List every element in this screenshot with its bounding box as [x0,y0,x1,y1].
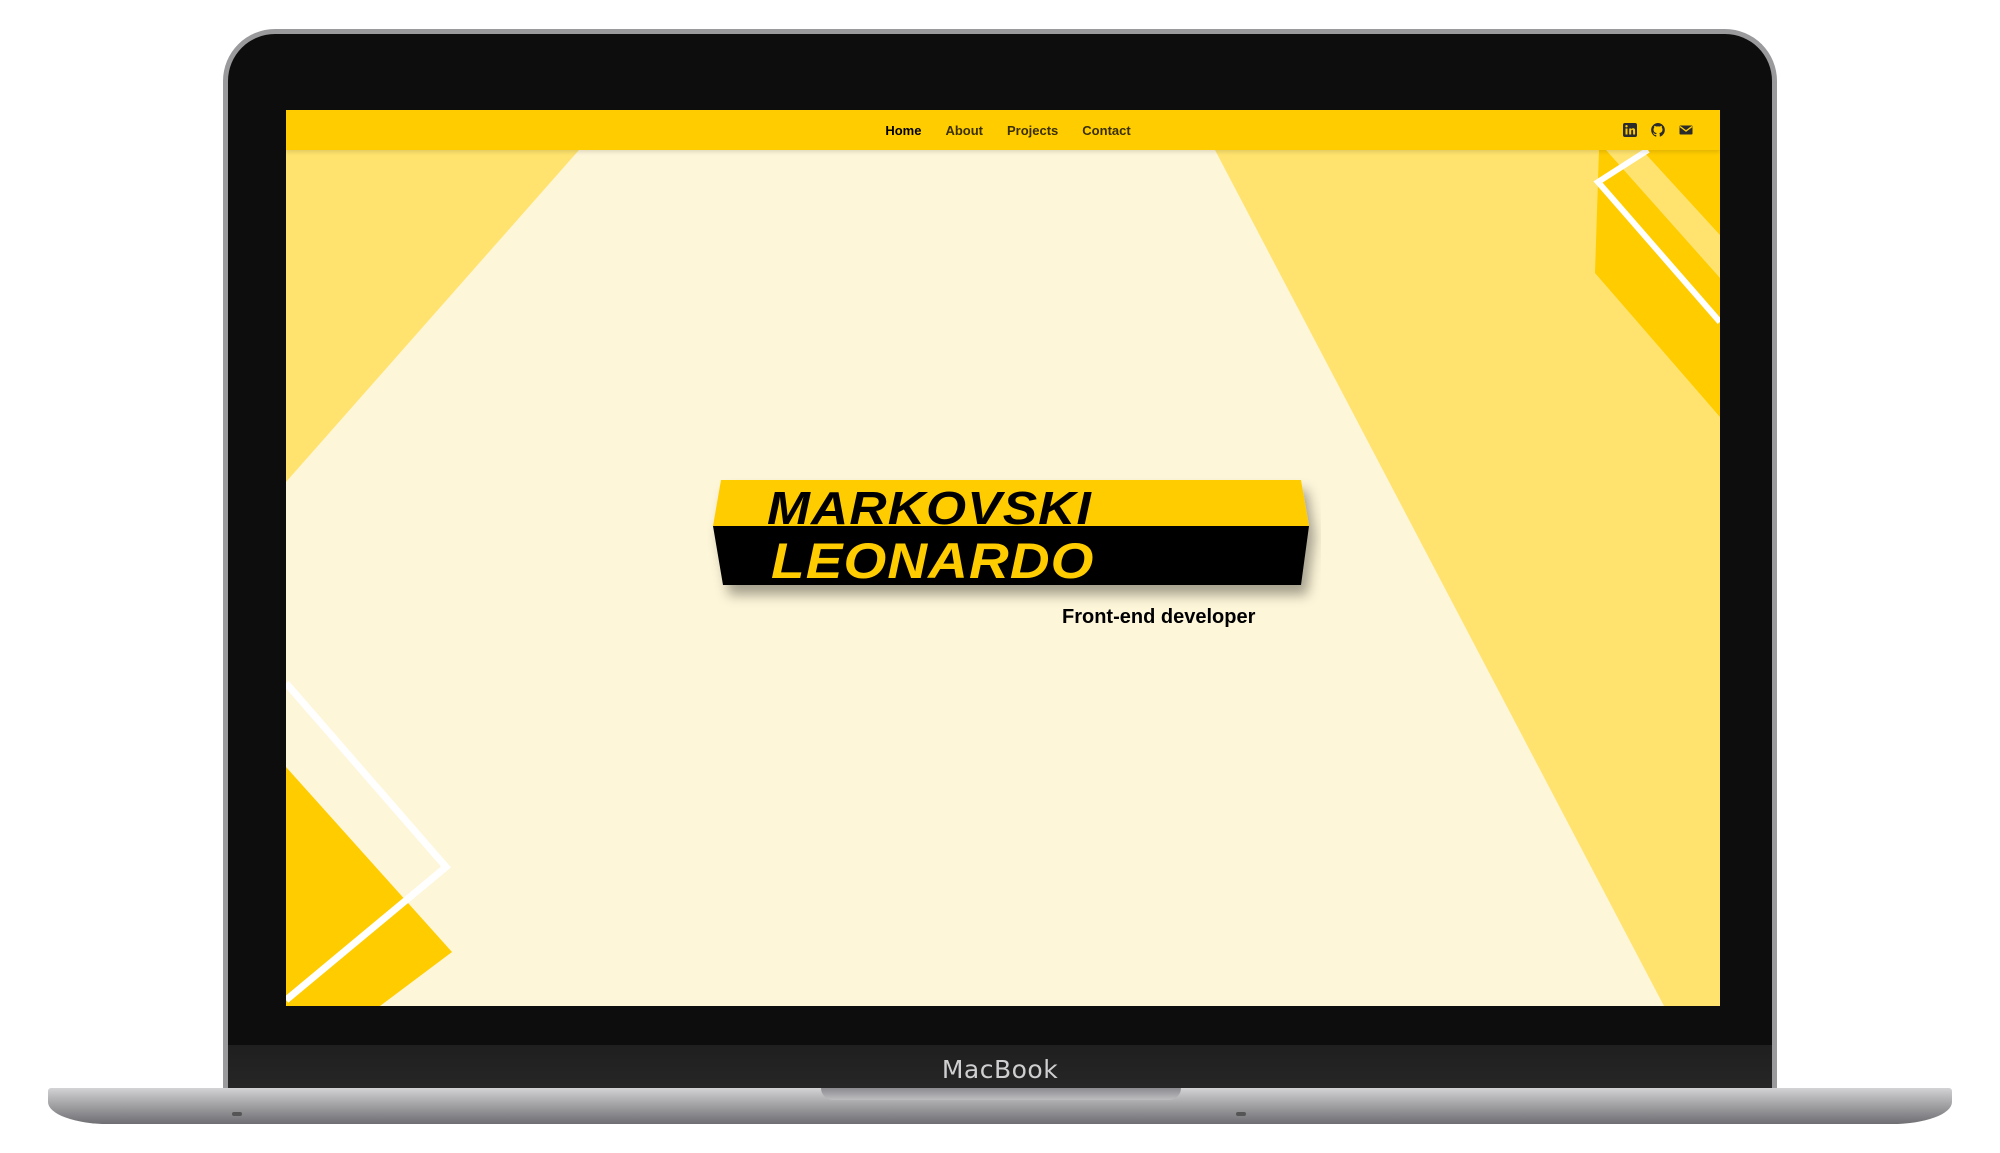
logo-last-name: MARKOVSKI [767,482,1092,534]
nav-projects-link[interactable]: Projects [1007,123,1058,138]
nav-contact-link[interactable]: Contact [1082,123,1130,138]
linkedin-icon[interactable] [1622,122,1638,138]
top-navbar: Home About Projects Contact [286,110,1720,150]
github-icon[interactable] [1650,122,1666,138]
screen: Home About Projects Contact MARKOVSKI LE… [286,110,1720,1006]
laptop-foot [232,1112,242,1116]
laptop-chin: MacBook [228,1045,1772,1088]
logo-first-name: LEONARDO [771,533,1095,589]
nav-home-link[interactable]: Home [885,123,921,138]
nav-about-link[interactable]: About [945,123,983,138]
device-brand-label: MacBook [941,1055,1059,1084]
laptop-hinge [821,1088,1181,1100]
nav-links: Home About Projects Contact [286,110,1720,150]
mail-icon[interactable] [1678,122,1694,138]
bg-left-band [286,150,579,482]
laptop-foot [1236,1112,1246,1116]
hero-tagline: Front-end developer [1062,606,1256,628]
social-links [1622,122,1694,138]
